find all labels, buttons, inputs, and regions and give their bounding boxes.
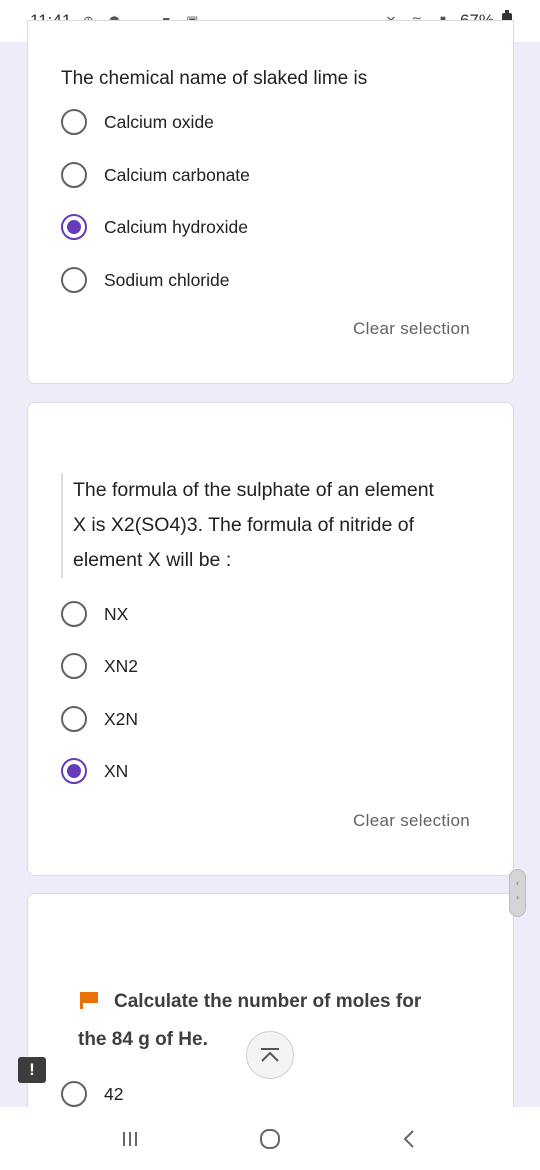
option-label: XN <box>104 760 129 781</box>
option-sodium-chloride[interactable]: Sodium chloride <box>61 265 229 295</box>
radio-button[interactable] <box>61 706 87 732</box>
recent-apps-icon <box>123 1131 137 1146</box>
flag-icon <box>78 991 100 1009</box>
option-label: Calcium hydroxide <box>104 216 248 237</box>
radio-button-selected[interactable] <box>61 214 87 240</box>
option-nx[interactable]: NX <box>61 599 128 629</box>
alert-icon[interactable]: ! <box>18 1057 46 1083</box>
side-scroll-handle[interactable]: ‹ › <box>509 869 526 917</box>
option-label: Calcium oxide <box>104 111 214 132</box>
question-title-line: The formula of the sulphate of an elemen… <box>73 479 434 501</box>
option-label: NX <box>104 603 129 624</box>
option-label: Calcium carbonate <box>104 164 250 185</box>
radio-button[interactable] <box>61 601 87 627</box>
option-x2n[interactable]: X2N <box>61 704 138 734</box>
radio-button[interactable] <box>61 267 87 293</box>
navigation-bar <box>0 1107 540 1170</box>
option-xn2[interactable]: XN2 <box>61 651 138 681</box>
question-title-line: the 84 g of He. <box>78 1029 208 1050</box>
option-label: X2N <box>104 708 139 729</box>
option-label: Sodium chloride <box>104 269 230 290</box>
question-title-line: element X will be : <box>73 549 232 571</box>
option-calcium-hydroxide[interactable]: Calcium hydroxide <box>61 212 248 242</box>
question-card: The formula of the sulphate of an elemen… <box>27 402 514 876</box>
question-title-line: Calculate the number of moles for <box>114 991 422 1012</box>
radio-button[interactable] <box>61 1081 87 1107</box>
question-title: Calculate the number of moles for <box>78 984 498 1020</box>
question-card: The chemical name of slaked lime is Calc… <box>27 20 514 384</box>
radio-button[interactable] <box>61 109 87 135</box>
question-title: The formula of the sulphate of an elemen… <box>61 473 481 578</box>
radio-button[interactable] <box>61 653 87 679</box>
question-title-line: X is X2(SO4)3. The formula of nitride of <box>73 514 415 536</box>
home-button[interactable] <box>250 1119 290 1159</box>
back-icon <box>403 1129 414 1148</box>
clear-selection-button[interactable]: Clear selection <box>353 811 470 831</box>
scroll-to-top-button[interactable] <box>246 1031 294 1079</box>
radio-button-selected[interactable] <box>61 758 87 784</box>
back-button[interactable] <box>390 1119 430 1159</box>
question-title: The chemical name of slaked lime is <box>61 68 368 89</box>
scroll-up-icon <box>261 1048 279 1062</box>
recent-apps-button[interactable] <box>110 1119 150 1159</box>
option-label: 42 <box>104 1083 124 1104</box>
radio-button[interactable] <box>61 162 87 188</box>
option-calcium-oxide[interactable]: Calcium oxide <box>61 107 214 137</box>
home-icon <box>260 1128 280 1149</box>
option-xn[interactable]: XN <box>61 756 128 786</box>
option-label: XN2 <box>104 655 139 676</box>
clear-selection-button[interactable]: Clear selection <box>353 319 470 339</box>
option-calcium-carbonate[interactable]: Calcium carbonate <box>61 160 250 190</box>
option-42[interactable]: 42 <box>61 1079 123 1109</box>
